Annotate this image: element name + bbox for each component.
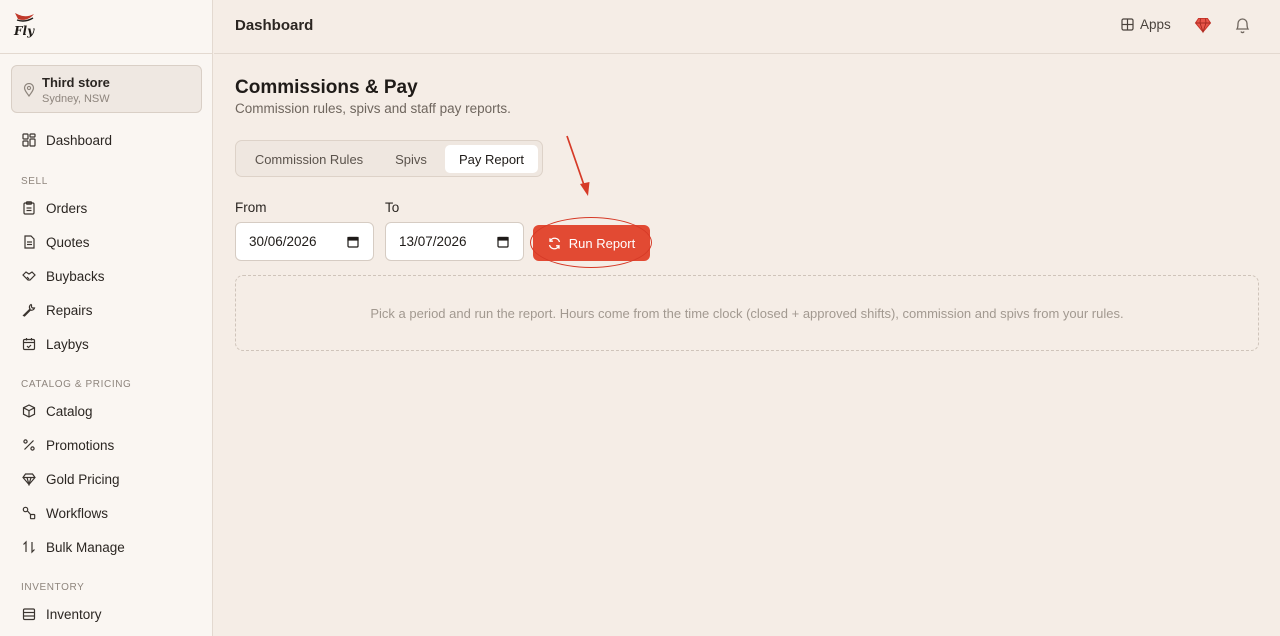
wrench-icon — [22, 303, 36, 317]
report-empty-state: Pick a period and run the report. Hours … — [235, 275, 1259, 351]
store-location: Sydney, NSW — [42, 93, 110, 105]
diamond-icon — [22, 473, 36, 486]
notification-bell-icon[interactable] — [1234, 16, 1251, 34]
header-title: Dashboard — [235, 17, 314, 34]
calendar-picker-icon[interactable] — [497, 236, 509, 248]
annotation-arrow-icon — [566, 135, 590, 196]
sidebar-item-label: Quotes — [46, 234, 90, 250]
calendar-icon — [22, 338, 36, 351]
sidebar: Fly Third store Sydney, NSW Dashboard SE… — [0, 0, 213, 636]
store-name: Third store — [42, 75, 110, 90]
sidebar-item-catalog[interactable]: Catalog — [22, 401, 93, 421]
sidebar-item-label: Dashboard — [46, 132, 113, 148]
to-date-value: 13/07/2026 — [399, 234, 467, 249]
section-label-inventory: INVENTORY — [21, 582, 85, 593]
apps-label: Apps — [1140, 17, 1171, 32]
sidebar-item-label: Laybys — [46, 336, 89, 352]
top-bar: Dashboard Apps — [214, 0, 1280, 54]
gem-icon[interactable] — [1194, 16, 1212, 34]
sidebar-item-laybys[interactable]: Laybys — [22, 334, 89, 354]
sidebar-item-label: Buybacks — [46, 268, 105, 284]
page-subtitle: Commission rules, spivs and staff pay re… — [235, 101, 511, 116]
grid-icon — [1121, 18, 1134, 31]
box-icon — [22, 404, 36, 418]
tab-bar: Commission Rules Spivs Pay Report — [235, 140, 543, 177]
clipboard-icon — [23, 201, 35, 215]
refresh-icon — [548, 237, 560, 249]
sidebar-item-gold-pricing[interactable]: Gold Pricing — [22, 469, 120, 489]
section-label-catalog-pricing: CATALOG & PRICING — [21, 379, 132, 390]
dashboard-icon — [22, 133, 36, 147]
section-label-sell: SELL — [21, 176, 48, 187]
brand-logo-text: Fly — [14, 24, 35, 38]
sidebar-item-promotions[interactable]: Promotions — [22, 435, 114, 455]
sort-arrows-icon — [23, 540, 35, 554]
sidebar-item-label: Workflows — [46, 505, 109, 521]
sidebar-item-orders[interactable]: Orders — [22, 198, 87, 218]
to-date-input[interactable]: 13/07/2026 — [385, 222, 524, 261]
store-selector[interactable]: Third store Sydney, NSW — [11, 65, 202, 113]
workflow-icon — [22, 506, 36, 520]
sidebar-item-workflows[interactable]: Workflows — [22, 503, 108, 523]
sidebar-item-label: Bulk Manage — [46, 539, 125, 555]
sidebar-item-label: Gold Pricing — [46, 471, 120, 487]
sidebar-item-label: Inventory — [46, 606, 102, 622]
sidebar-item-label: Catalog — [46, 403, 93, 419]
page-title: Commissions & Pay — [235, 77, 418, 98]
tab-commission-rules[interactable]: Commission Rules — [241, 145, 377, 173]
sidebar-item-quotes[interactable]: Quotes — [22, 232, 90, 252]
sidebar-item-label: Promotions — [46, 437, 115, 453]
sidebar-item-buybacks[interactable]: Buybacks — [22, 266, 105, 286]
calendar-picker-icon[interactable] — [347, 236, 359, 248]
sidebar-item-inventory[interactable]: Inventory — [22, 604, 102, 624]
sidebar-item-bulk-manage[interactable]: Bulk Manage — [22, 537, 125, 557]
run-report-button[interactable]: Run Report — [533, 225, 650, 261]
tab-pay-report[interactable]: Pay Report — [445, 145, 538, 173]
from-label: From — [235, 200, 267, 215]
apps-button[interactable]: Apps — [1121, 17, 1171, 32]
sidebar-item-repairs[interactable]: Repairs — [22, 300, 93, 320]
from-date-input[interactable]: 30/06/2026 — [235, 222, 374, 261]
tab-spivs[interactable]: Spivs — [378, 145, 444, 173]
sidebar-item-label: Orders — [46, 200, 88, 216]
inventory-icon — [22, 608, 36, 621]
percent-icon — [23, 439, 35, 451]
location-pin-icon — [23, 83, 35, 97]
sidebar-item-dashboard[interactable]: Dashboard — [22, 130, 112, 150]
sidebar-item-label: Repairs — [46, 302, 93, 318]
document-icon — [24, 235, 35, 249]
empty-state-message: Pick a period and run the report. Hours … — [370, 305, 1124, 321]
handshake-icon — [22, 271, 36, 281]
from-date-value: 30/06/2026 — [249, 234, 317, 249]
sidebar-divider — [0, 53, 213, 54]
to-label: To — [385, 200, 400, 215]
run-report-label: Run Report — [568, 235, 636, 251]
